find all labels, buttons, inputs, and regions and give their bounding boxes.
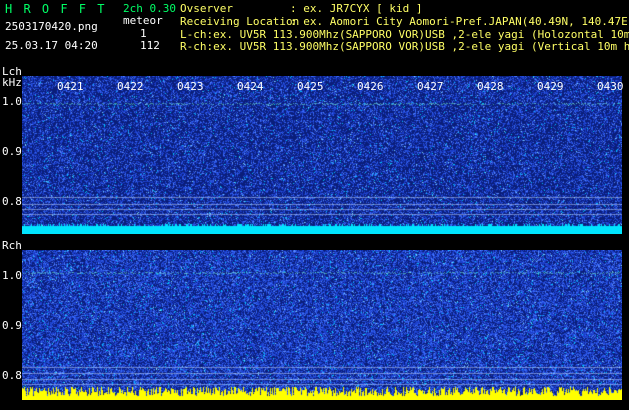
observer-value: : ex. JR7CYX [ kid ] [290, 2, 423, 15]
timestamp-label: 25.03.17 04:20 [5, 39, 98, 52]
rch-ytick-2: 0.9 [2, 319, 22, 332]
location-label: Receiving Location [180, 15, 300, 28]
rch-ytick-3: 0.8 [2, 369, 22, 382]
time-tick-0426: 0426 [357, 80, 384, 93]
time-tick-0428: 0428 [477, 80, 504, 93]
lch-unit: kHz [2, 76, 22, 89]
rch-ytick-1: 1.0 [2, 269, 22, 282]
location-value: : ex. Aomori City Aomori-Pref.JAPAN(40.4… [290, 15, 629, 28]
lch-info: L-ch:ex. UV5R 113.900Mhz(SAPPORO VOR)USB… [180, 29, 629, 41]
lch-ytick-2: 0.9 [2, 145, 22, 158]
rch-spectrogram-canvas [22, 250, 622, 400]
lch-spectrogram [22, 76, 622, 234]
brand-title: H R O F F T [5, 2, 107, 16]
time-tick-0421: 0421 [57, 80, 84, 93]
rch-info: R-ch:ex. UV5R 113.900Mhz(SAPPORO VOR)USB… [180, 41, 629, 53]
meteor-label: meteor [123, 14, 163, 27]
time-tick-0430: 0430 [597, 80, 624, 93]
meteor-count-r: 112 [140, 39, 160, 52]
lch-ytick-1: 1.0 [2, 95, 22, 108]
lch-spectrogram-canvas [22, 76, 622, 234]
time-tick-0427: 0427 [417, 80, 444, 93]
time-tick-0424: 0424 [237, 80, 264, 93]
rch-spectrogram [22, 250, 622, 400]
time-tick-0422: 0422 [117, 80, 144, 93]
time-tick-0425: 0425 [297, 80, 324, 93]
lch-ytick-3: 0.8 [2, 195, 22, 208]
time-tick-0429: 0429 [537, 80, 564, 93]
header: H R O F F T 2503170420.png 25.03.17 04:2… [0, 0, 629, 62]
observer-label: Ovserver [180, 2, 233, 15]
filename-label: 2503170420.png [5, 20, 98, 33]
rch-label: Rch [2, 239, 22, 252]
time-tick-0423: 0423 [177, 80, 204, 93]
